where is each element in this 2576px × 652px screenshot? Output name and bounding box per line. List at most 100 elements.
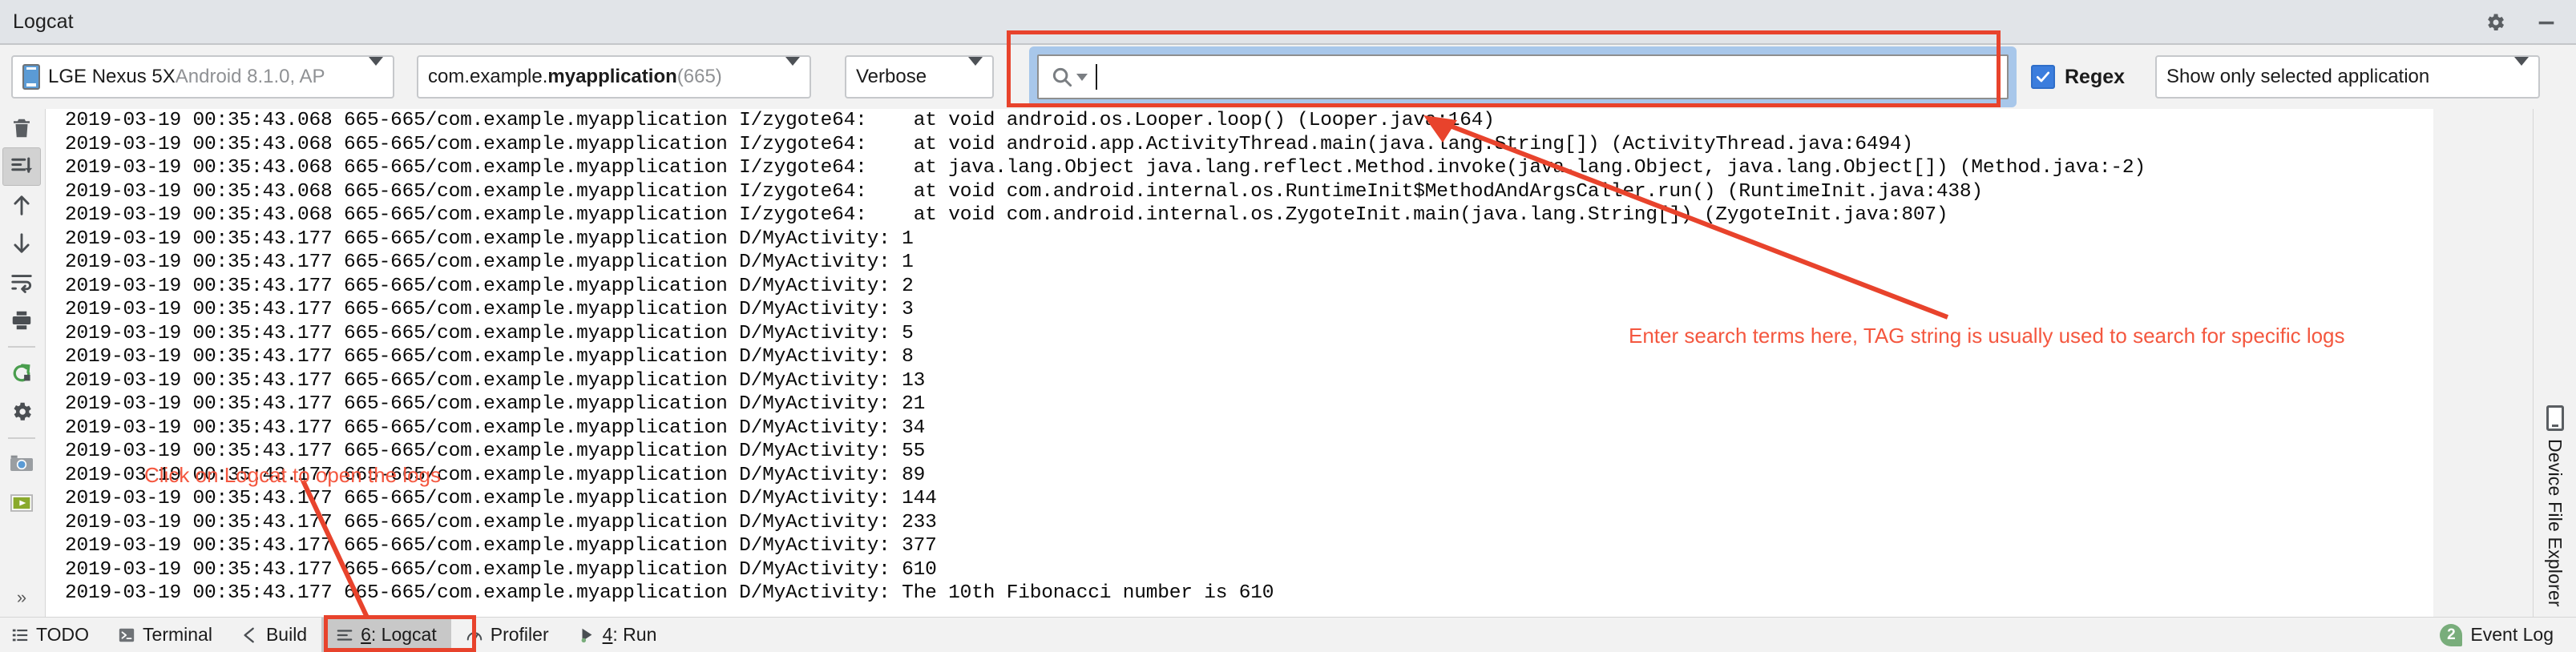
- log-line[interactable]: 2019-03-19 00:35:43.068 665-665/com.exam…: [46, 203, 2433, 227]
- log-line-prefix: 2019-03-19 00:35:43.068 665-665/com.exam…: [65, 204, 867, 226]
- statusbar-run-mnemonic: 4: [602, 624, 613, 645]
- log-line-prefix: 2019-03-19 00:35:43.177 665-665/com.exam…: [65, 227, 890, 250]
- log-line-indent: [867, 157, 914, 179]
- clear-logcat-icon[interactable]: [2, 109, 41, 147]
- log-line[interactable]: 2019-03-19 00:35:43.177 665-665/com.exam…: [46, 417, 2433, 441]
- regex-toggle[interactable]: Regex: [2031, 65, 2125, 89]
- log-line[interactable]: 2019-03-19 00:35:43.177 665-665/com.exam…: [46, 464, 2433, 488]
- soft-wrap-icon[interactable]: [2, 263, 41, 301]
- log-level-selector[interactable]: Verbose: [845, 55, 994, 99]
- log-line[interactable]: 2019-03-19 00:35:43.177 665-665/com.exam…: [46, 582, 2433, 606]
- statusbar-logcat-mnemonic: 6: [361, 624, 371, 645]
- log-line-message: 55: [890, 441, 926, 462]
- log-line[interactable]: 2019-03-19 00:35:43.177 665-665/com.exam…: [46, 227, 2433, 252]
- log-lines-container: 2019-03-19 00:35:43.068 665-665/com.exam…: [46, 109, 2433, 606]
- statusbar-label-logcat: 6: Logcat: [361, 624, 437, 645]
- log-line-prefix: 2019-03-19 00:35:43.177 665-665/com.exam…: [65, 299, 890, 320]
- log-line-prefix: 2019-03-19 00:35:43.177 665-665/com.exam…: [65, 393, 890, 415]
- titlebar-actions: [2483, 0, 2576, 45]
- down-arrow-icon[interactable]: [2, 224, 41, 263]
- todo-list-icon: [11, 626, 29, 644]
- log-line[interactable]: 2019-03-19 00:35:43.177 665-665/com.exam…: [46, 345, 2433, 369]
- log-line-message: The 10th Fibonacci number is 610: [890, 582, 1274, 604]
- event-log-count-badge: 2: [2440, 623, 2463, 646]
- log-level-value: Verbose: [856, 66, 927, 87]
- device-selector[interactable]: LGE Nexus 5X Android 8.1.0, AP: [11, 55, 394, 99]
- log-line-indent: [867, 204, 914, 226]
- statusbar-item-logcat[interactable]: 6: Logcat: [321, 617, 451, 652]
- print-icon[interactable]: [2, 301, 41, 340]
- log-line[interactable]: 2019-03-19 00:35:43.068 665-665/com.exam…: [46, 109, 2433, 133]
- statusbar-item-build[interactable]: Build: [227, 618, 321, 652]
- gear-icon[interactable]: [2483, 10, 2507, 34]
- log-line-prefix: 2019-03-19 00:35:43.177 665-665/com.exam…: [65, 322, 890, 344]
- log-line[interactable]: 2019-03-19 00:35:43.177 665-665/com.exam…: [46, 298, 2433, 322]
- statusbar-item-terminal[interactable]: Terminal: [103, 618, 227, 652]
- statusbar-item-run[interactable]: 4: Run: [563, 618, 672, 652]
- log-line-message: 1: [890, 252, 914, 273]
- log-line-prefix: 2019-03-19 00:35:43.177 665-665/com.exam…: [65, 369, 890, 392]
- bottom-statusbar: TODO Terminal Build 6: Logcat Profiler 4…: [0, 617, 2576, 652]
- package-name: myapplication: [547, 66, 677, 87]
- statusbar-label-run: 4: Run: [602, 624, 657, 645]
- log-line-message: 21: [890, 393, 926, 415]
- search-area: [1029, 46, 2017, 107]
- logcat-lines-icon: [336, 626, 353, 644]
- log-line[interactable]: 2019-03-19 00:35:43.177 665-665/com.exam…: [46, 534, 2433, 558]
- log-line[interactable]: 2019-03-19 00:35:43.177 665-665/com.exam…: [46, 275, 2433, 299]
- log-line[interactable]: 2019-03-19 00:35:43.177 665-665/com.exam…: [46, 251, 2433, 275]
- statusbar-item-profiler[interactable]: Profiler: [451, 618, 563, 652]
- log-line-message: at void com.android.internal.os.ZygoteIn…: [913, 204, 1948, 226]
- filter-selector[interactable]: Show only selected application: [2155, 55, 2541, 99]
- device-file-explorer-tab[interactable]: Device File Explorer: [2533, 109, 2576, 617]
- log-line[interactable]: 2019-03-19 00:35:43.068 665-665/com.exam…: [46, 133, 2433, 157]
- phone-icon: [22, 64, 40, 90]
- process-selector[interactable]: com.example. myapplication (665): [417, 55, 811, 99]
- log-line[interactable]: 2019-03-19 00:35:43.177 665-665/com.exam…: [46, 440, 2433, 464]
- chevron-down-icon: [357, 57, 383, 88]
- log-line-prefix: 2019-03-19 00:35:43.177 665-665/com.exam…: [65, 511, 890, 533]
- log-line-prefix: 2019-03-19 00:35:43.177 665-665/com.exam…: [65, 582, 890, 604]
- filter-selector-wrap: Show only selected application: [2155, 55, 2541, 99]
- screenshot-camera-icon[interactable]: [2, 445, 41, 484]
- log-line[interactable]: 2019-03-19 00:35:43.177 665-665/com.exam…: [46, 558, 2433, 582]
- log-line[interactable]: 2019-03-19 00:35:43.068 665-665/com.exam…: [46, 156, 2433, 180]
- log-line-message: 34: [890, 417, 926, 439]
- phone-icon: [2546, 405, 2564, 431]
- log-line[interactable]: 2019-03-19 00:35:43.177 665-665/com.exam…: [46, 511, 2433, 535]
- log-line[interactable]: 2019-03-19 00:35:43.177 665-665/com.exam…: [46, 392, 2433, 417]
- event-log-label: Event Log: [2470, 624, 2554, 645]
- expand-chevrons-icon[interactable]: »: [2, 578, 41, 617]
- scroll-to-end-icon[interactable]: [2, 147, 41, 186]
- log-line-prefix: 2019-03-19 00:35:43.068 665-665/com.exam…: [65, 180, 867, 203]
- log-line-message: 3: [890, 299, 914, 320]
- statusbar-event-log[interactable]: 2 Event Log: [2440, 623, 2576, 646]
- regex-label: Regex: [2065, 65, 2126, 88]
- sidebar-divider: [8, 437, 35, 439]
- log-line-message: at java.lang.Object java.lang.reflect.Me…: [913, 157, 2146, 179]
- search-input[interactable]: [1037, 54, 2009, 99]
- log-line[interactable]: 2019-03-19 00:35:43.177 665-665/com.exam…: [46, 487, 2433, 511]
- log-line[interactable]: 2019-03-19 00:35:43.068 665-665/com.exam…: [46, 180, 2433, 204]
- log-line-message: 5: [890, 322, 914, 344]
- log-output[interactable]: 2019-03-19 00:35:43.068 665-665/com.exam…: [45, 109, 2433, 617]
- log-line-prefix: 2019-03-19 00:35:43.068 665-665/com.exam…: [65, 133, 867, 155]
- log-line[interactable]: 2019-03-19 00:35:43.177 665-665/com.exam…: [46, 322, 2433, 346]
- settings-gear-icon[interactable]: [2, 392, 41, 431]
- log-line[interactable]: 2019-03-19 00:35:43.177 665-665/com.exam…: [46, 369, 2433, 393]
- log-line-prefix: 2019-03-19 00:35:43.177 665-665/com.exam…: [65, 275, 890, 297]
- up-arrow-icon[interactable]: [2, 186, 41, 224]
- restart-icon[interactable]: [2, 354, 41, 392]
- search-icon[interactable]: [1050, 65, 1088, 89]
- regex-checkbox[interactable]: [2031, 65, 2055, 89]
- log-line-message: at void com.android.internal.os.RuntimeI…: [913, 180, 1983, 203]
- chevron-down-icon[interactable]: [1076, 73, 1088, 81]
- log-line-message: 2: [890, 275, 914, 297]
- log-line-message: 8: [890, 346, 914, 368]
- screen-record-icon[interactable]: [2, 484, 41, 522]
- log-scrollbar[interactable]: [2421, 109, 2433, 617]
- minimize-icon[interactable]: [2534, 10, 2558, 34]
- statusbar-item-todo[interactable]: TODO: [0, 618, 103, 652]
- package-pid: (665): [676, 66, 722, 87]
- package-prefix: com.example.: [428, 66, 548, 87]
